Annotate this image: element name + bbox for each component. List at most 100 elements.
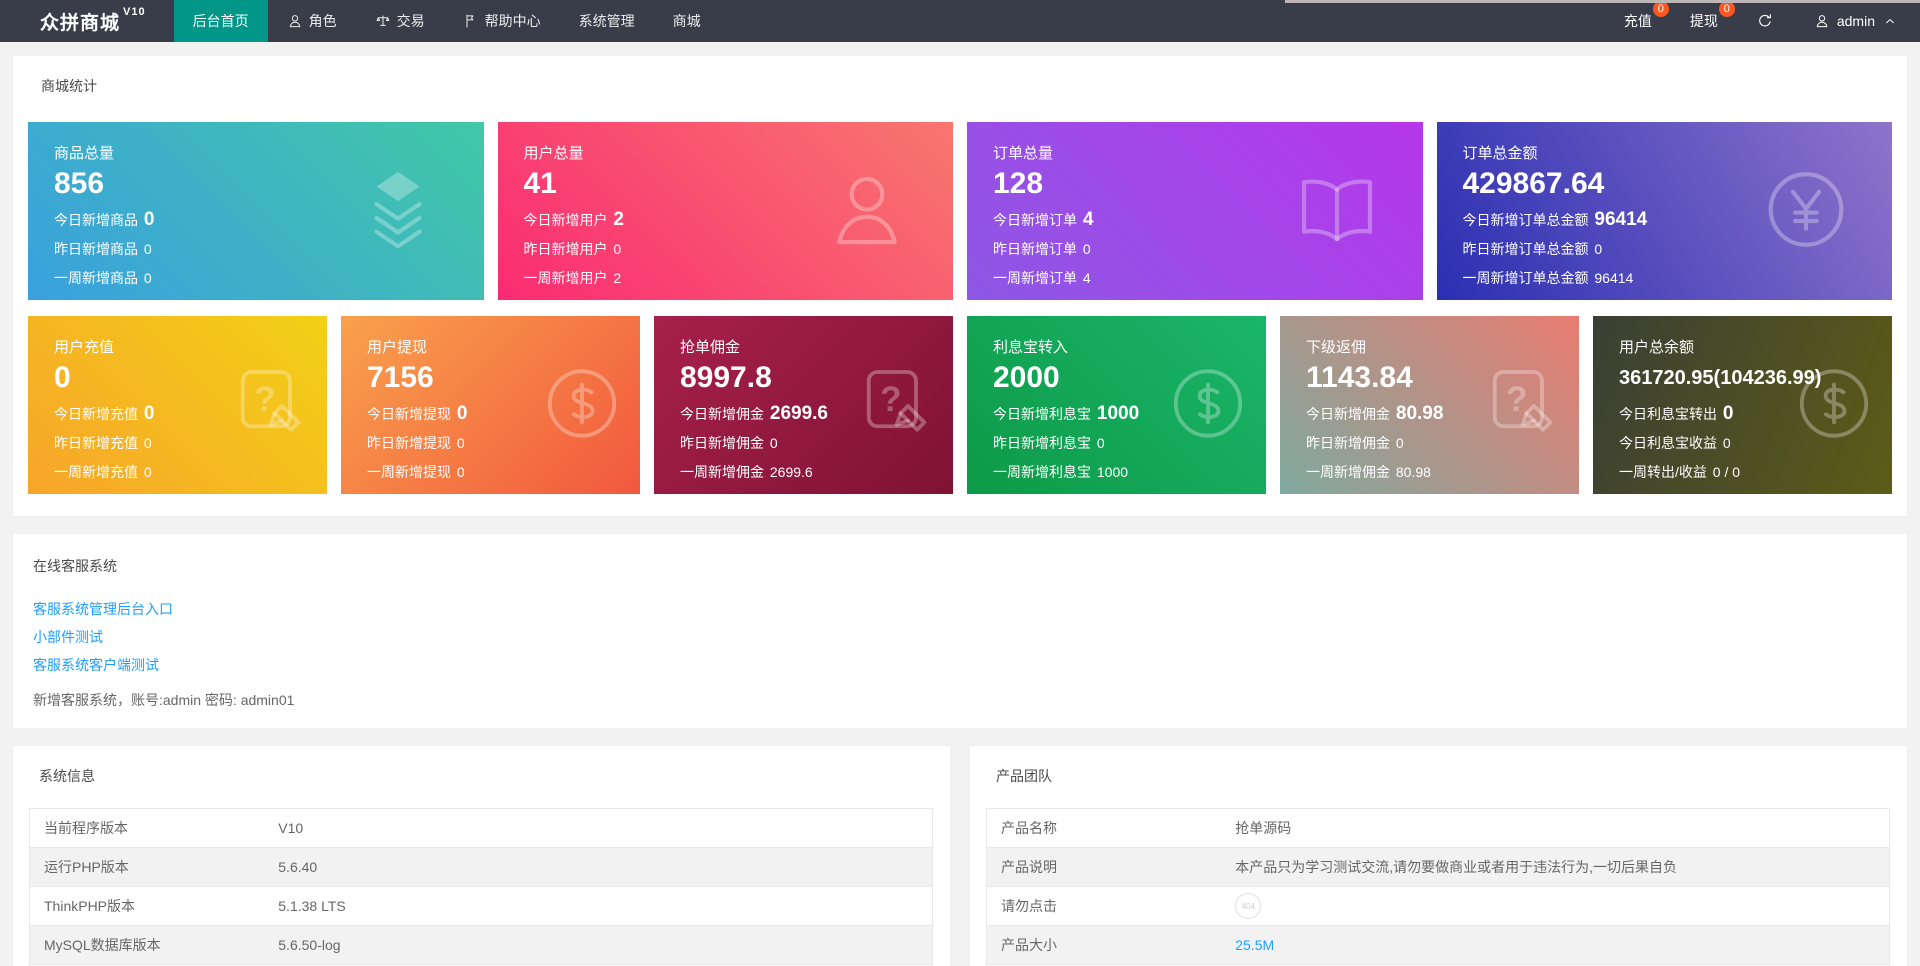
nav-item-3[interactable]: 帮助中心 [444, 0, 560, 42]
user-menu[interactable]: admin [1814, 13, 1898, 29]
nav-item-label: 角色 [309, 11, 337, 31]
stat-card: 用户提现7156今日新增提现 0昨日新增提现 0一周新增提现 0 [341, 316, 640, 494]
product-title: 产品团队 [996, 766, 1891, 786]
table-row: 请勿点击 404 [987, 887, 1890, 926]
stat-line: 一周新增佣金 80.98 [1306, 462, 1579, 482]
nav-item-label: 系统管理 [579, 11, 635, 31]
stat-card-title: 订单总量 [993, 142, 1423, 163]
table-row: 产品大小 25.5M [987, 926, 1890, 965]
main-menu: 后台首页 角色 交易帮助中心系统管理商城 [174, 0, 720, 42]
layers-icon [352, 164, 444, 259]
brand-version: V10 [123, 6, 146, 18]
service-note: 新增客服系统，账号:admin 密码: admin01 [33, 691, 1887, 710]
stat-card-title: 订单总金额 [1463, 142, 1893, 163]
cell-label: 产品名称 [987, 809, 1222, 848]
svg-text:?: ? [1506, 380, 1527, 419]
dollar-icon [540, 362, 624, 449]
dollar-icon [1166, 362, 1250, 449]
system-info-panel: 系统信息 当前程序版本V10运行PHP版本5.6.40ThinkPHP版本5.1… [12, 745, 951, 966]
stat-card: 用户总量41今日新增用户 2昨日新增用户 0一周新增用户 2 [498, 122, 954, 300]
stats-title: 商城统计 [41, 76, 1892, 96]
service-link-1[interactable]: 小部件测试 [33, 628, 103, 647]
nav-item-5[interactable]: 商城 [654, 0, 720, 42]
refresh-icon[interactable] [1756, 12, 1774, 30]
stat-line: 一周新增用户 2 [524, 268, 954, 288]
cell-label: MySQL数据库版本 [30, 926, 265, 965]
service-link-0[interactable]: 客服系统管理后台入口 [33, 600, 173, 619]
service-link-2[interactable]: 客服系统客户端测试 [33, 656, 159, 675]
stat-card: 下级返佣1143.84今日新增佣金 80.98昨日新增佣金 0一周新增佣金 80… [1280, 316, 1579, 494]
stat-card-title: 用户提现 [367, 336, 640, 357]
table-row: MySQL数据库版本5.6.50-log [30, 926, 933, 965]
stats-cards-row1: 商品总量856今日新增商品 0昨日新增商品 0一周新增商品 0用户总量41今日新… [28, 122, 1892, 300]
cell-label: 请勿点击 [987, 887, 1222, 926]
scales-icon [375, 13, 391, 29]
cell-value: 5.6.40 [278, 859, 317, 875]
cell-label: 当前程序版本 [30, 809, 265, 848]
cell-label: 产品大小 [987, 926, 1222, 965]
system-info-table: 当前程序版本 V10 运行PHP版本5.6.40ThinkPHP版本 5.1.38 L… [29, 808, 933, 966]
flag-icon [463, 13, 479, 29]
table-row: 运行PHP版本5.6.40 [30, 848, 933, 887]
stat-card: 抢单佣金8997.8今日新增佣金 2699.6昨日新增佣金 0一周新增佣金 26… [654, 316, 953, 494]
user-icon [821, 164, 913, 259]
top-edge-artifact [1285, 0, 1920, 3]
stat-card: 用户总余额361720.95(104236.99)今日利息宝转出 0今日利息宝收… [1593, 316, 1892, 494]
broken-image-404-badge: 404 [1235, 893, 1261, 919]
file-size-link[interactable]: 25.5M [1235, 937, 1274, 953]
stat-card: 订单总金额429867.64今日新增订单总金额 96414昨日新增订单总金额 0… [1437, 122, 1893, 300]
nav-item-label: 交易 [397, 11, 425, 31]
book-icon [1291, 164, 1383, 259]
svg-text:?: ? [254, 380, 275, 419]
withdraw-button[interactable]: 提现 0 [1690, 11, 1718, 31]
product-panel: 产品团队 产品名称抢单源码产品说明本产品只为学习测试交流,请勿要做商业或者用于违… [969, 745, 1908, 966]
user-icon [1814, 13, 1830, 29]
table-row: 当前程序版本 V10 [30, 809, 933, 848]
main-content: 商城统计 商品总量856今日新增商品 0昨日新增商品 0一周新增商品 0用户总量… [0, 42, 1920, 966]
stat-card: 订单总量128今日新增订单 4昨日新增订单 0一周新增订单 4 [967, 122, 1423, 300]
withdraw-badge: 0 [1719, 1, 1735, 17]
username: admin [1837, 13, 1875, 29]
service-panel: 在线客服系统 客服系统管理后台入口小部件测试客服系统客户端测试 新增客服系统，账… [12, 533, 1908, 729]
chevron-up-icon [1882, 13, 1898, 29]
withdraw-label: 提现 [1690, 13, 1718, 29]
stat-card-title: 利息宝转入 [993, 336, 1266, 357]
brand-logo: 众拼商城 V10 [0, 0, 174, 42]
recharge-label: 充值 [1624, 13, 1652, 29]
stat-card-title: 商品总量 [54, 142, 484, 163]
navbar-right: 充值 0 提现 0 admin [1624, 0, 1920, 42]
stat-line: 一周新增利息宝 1000 [993, 462, 1266, 482]
stat-card: 商品总量856今日新增商品 0昨日新增商品 0一周新增商品 0 [28, 122, 484, 300]
docq-icon: ? [227, 362, 311, 449]
cell-value: 抢单源码 [1235, 820, 1291, 836]
nav-item-2[interactable]: 交易 [356, 0, 444, 42]
stat-line: 一周新增提现 0 [367, 462, 640, 482]
stat-card: 利息宝转入2000今日新增利息宝 1000昨日新增利息宝 0一周新增利息宝 10… [967, 316, 1266, 494]
recharge-badge: 0 [1653, 1, 1669, 17]
stat-card-title: 抢单佣金 [680, 336, 953, 357]
stats-cards-row2: 用户充值0今日新增充值 0昨日新增充值 0一周新增充值 0?用户提现7156今日… [28, 316, 1892, 494]
stat-card-title: 用户充值 [54, 336, 327, 357]
stat-line: 一周新增充值 0 [54, 462, 327, 482]
recharge-button[interactable]: 充值 0 [1624, 11, 1652, 31]
stat-card-title: 用户总余额 [1619, 336, 1892, 357]
dollar-icon [1792, 362, 1876, 449]
cell-label: ThinkPHP版本 [30, 887, 265, 926]
product-table: 产品名称抢单源码产品说明本产品只为学习测试交流,请勿要做商业或者用于违法行为,一… [986, 808, 1890, 966]
nav-item-0[interactable]: 后台首页 [174, 0, 268, 42]
nav-item-label: 后台首页 [193, 11, 249, 31]
brand-name: 众拼商城 [40, 8, 120, 35]
table-row: 产品名称抢单源码 [987, 809, 1890, 848]
navbar: 众拼商城 V10 后台首页 角色 交易帮助中心系统管理商城 充值 0 提现 0 ad… [0, 0, 1920, 42]
docq-icon: ? [1479, 362, 1563, 449]
cell-value: 5.1.38 LTS [278, 898, 345, 914]
bottom-row: 系统信息 当前程序版本V10运行PHP版本5.6.40ThinkPHP版本5.1… [12, 745, 1908, 966]
stat-card: 用户充值0今日新增充值 0昨日新增充值 0一周新增充值 0? [28, 316, 327, 494]
service-title: 在线客服系统 [33, 556, 1887, 576]
stat-card-title: 用户总量 [524, 142, 954, 163]
yen-icon [1760, 164, 1852, 259]
nav-item-4[interactable]: 系统管理 [560, 0, 654, 42]
nav-item-1[interactable]: 角色 [268, 0, 356, 42]
cell-value: V10 [278, 820, 303, 836]
stat-line: 一周新增订单 4 [993, 268, 1423, 288]
